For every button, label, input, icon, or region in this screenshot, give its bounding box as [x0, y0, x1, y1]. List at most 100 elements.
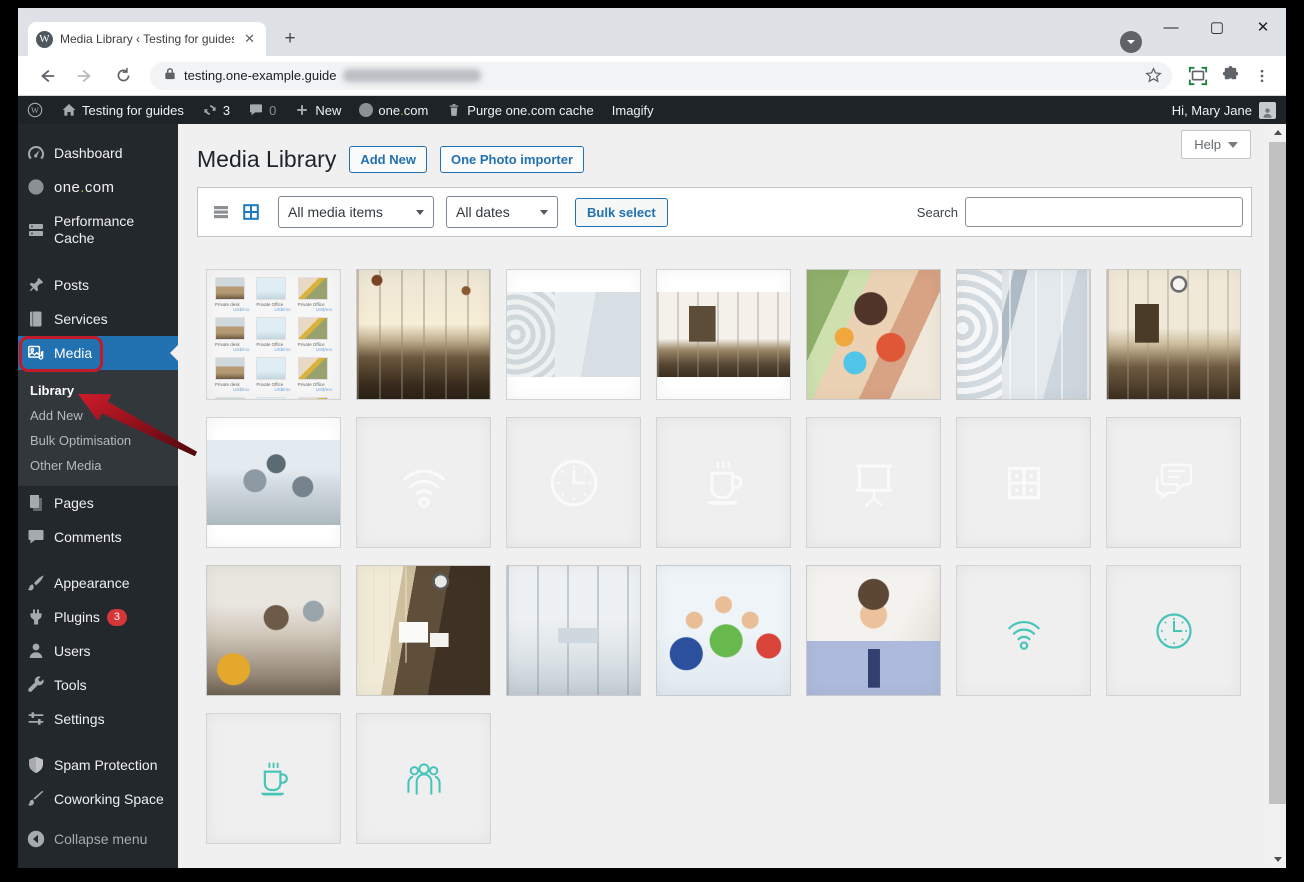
sidebar-item-pages[interactable]: Pages	[18, 486, 178, 520]
media-item-clock-icon-teal[interactable]	[1106, 565, 1241, 696]
mini-listing-card: Private OfficeUS$/mo	[256, 277, 290, 312]
user-avatar[interactable]	[1259, 102, 1276, 119]
media-item-coffee-icon-teal[interactable]	[206, 713, 341, 844]
chevron-down-icon	[416, 210, 424, 215]
site-screenshot-thumbnail[interactable]: Private deskUS$/mo Private OfficeUS$/moPr…	[206, 269, 341, 400]
glass-meeting-room-photo[interactable]	[506, 565, 641, 696]
bulk-select-button[interactable]: Bulk select	[575, 198, 668, 227]
sidebar-item-media[interactable]: Media	[18, 336, 178, 370]
address-bar: testing.one-example.guide	[18, 56, 1286, 96]
list-view-icon[interactable]	[206, 197, 236, 227]
admin-bar-site-name[interactable]: Testing for guides	[52, 96, 193, 124]
office-loft-photo[interactable]	[356, 269, 491, 400]
office-desk-frame-photo[interactable]	[656, 269, 791, 400]
sidebar-item-one-com[interactable]: one.com	[18, 170, 178, 204]
admin-bar-onecom[interactable]: one.com	[350, 96, 437, 124]
scroll-down-icon[interactable]	[1269, 851, 1286, 868]
media-type-filter-select[interactable]: All media items	[278, 196, 434, 228]
trash-icon	[446, 102, 462, 118]
sidebar-subitem-other-media[interactable]: Other Media	[18, 453, 178, 478]
forward-icon[interactable]	[72, 63, 98, 89]
sidebar-item-posts[interactable]: Posts	[18, 268, 178, 302]
office-clock-photo[interactable]	[1106, 269, 1241, 400]
sidebar-subitem-add-new[interactable]: Add New	[18, 403, 178, 428]
sidebar-subitem-library[interactable]: Library	[18, 378, 178, 403]
bookmark-star-icon[interactable]	[1145, 67, 1162, 84]
scroll-up-icon[interactable]	[1269, 124, 1286, 141]
sidebar-item-dashboard[interactable]: Dashboard	[18, 136, 178, 170]
grid-view-icon[interactable]	[236, 197, 266, 227]
team-meeting-photo[interactable]	[206, 417, 341, 548]
clock-icon	[1152, 609, 1196, 653]
sidebar-item-performance-cache[interactable]: Performance Cache	[18, 204, 178, 256]
sidebar-item-label: one.com	[54, 179, 114, 196]
new-tab-button[interactable]: +	[278, 28, 302, 52]
page-scrollbar[interactable]	[1269, 124, 1286, 868]
wp-logo-icon[interactable]: W	[18, 96, 52, 124]
updates-icon	[202, 102, 218, 118]
admin-bar-comments[interactable]: 0	[239, 96, 285, 124]
sidebar-item-spam-protection[interactable]: Spam Protection	[18, 748, 178, 782]
media-item-window-icon-faint[interactable]	[956, 417, 1091, 548]
window-icon	[995, 454, 1053, 512]
businessman-portrait-photo[interactable]	[806, 565, 941, 696]
mini-listing-card: Private deskUS$/mo	[215, 397, 249, 400]
desk-monitors-photo[interactable]	[356, 565, 491, 696]
one-photo-importer-button[interactable]: One Photo importer	[440, 146, 584, 173]
sidebar-item-coworking-space[interactable]: Coworking Space	[18, 782, 178, 816]
scrollbar-thumb[interactable]	[1269, 142, 1286, 804]
letterboxed-photo	[657, 292, 790, 377]
admin-bar-purge-cache[interactable]: Purge one.com cache	[437, 96, 602, 124]
plus-icon	[294, 102, 310, 118]
browser-tab[interactable]: W Media Library ‹ Testing for guides ✕	[28, 22, 266, 56]
search-input[interactable]	[965, 197, 1243, 227]
admin-bar-imagify[interactable]: Imagify	[603, 96, 663, 124]
close-button[interactable]: ✕	[1240, 8, 1286, 46]
admin-bar-new[interactable]: New	[285, 96, 350, 124]
sidebar-item-label: Tools	[54, 677, 87, 693]
sidebar-item-users[interactable]: Users	[18, 634, 178, 668]
minimize-button[interactable]: —	[1148, 8, 1194, 46]
add-new-button[interactable]: Add New	[349, 146, 427, 173]
reload-icon[interactable]	[110, 63, 136, 89]
browser-menu-kebab-icon[interactable]	[1248, 62, 1276, 90]
admin-bar-updates[interactable]: 3	[193, 96, 239, 124]
media-item-clock-icon-faint[interactable]	[506, 417, 641, 548]
sidebar-item-settings[interactable]: Settings	[18, 702, 178, 736]
sidebar-item-appearance[interactable]: Appearance	[18, 566, 178, 600]
appearance-icon	[26, 573, 46, 593]
people-with-drinks-photo[interactable]	[806, 269, 941, 400]
extensions-puzzle-icon[interactable]	[1216, 62, 1244, 90]
sidebar-subitem-bulk-optimisation[interactable]: Bulk Optimisation	[18, 428, 178, 453]
tab-search-icon[interactable]	[1120, 31, 1142, 53]
sidebar-menu: Dashboardone.comPerformance CachePostsSe…	[18, 136, 178, 856]
help-button[interactable]: Help	[1181, 130, 1251, 159]
sidebar-item-label: Performance Cache	[54, 213, 162, 247]
tab-close-icon[interactable]: ✕	[241, 31, 258, 47]
media-item-people-icon-teal[interactable]	[356, 713, 491, 844]
screenshot-extension-icon[interactable]	[1184, 62, 1212, 90]
url-bar[interactable]: testing.one-example.guide	[150, 62, 1172, 90]
media-item-wifi-icon-teal[interactable]	[956, 565, 1091, 696]
sidebar-item-tools[interactable]: Tools	[18, 668, 178, 702]
patterned-divider-photo[interactable]	[506, 269, 641, 400]
sidebar-item-label: Users	[54, 643, 91, 659]
maximize-button[interactable]: ▢	[1194, 8, 1240, 46]
sidebar-item-label: Pages	[54, 495, 94, 511]
glass-partition-photo[interactable]	[956, 269, 1091, 400]
sidebar-item-collapse-menu[interactable]: Collapse menu	[18, 822, 178, 856]
sidebar-item-comments[interactable]: Comments	[18, 520, 178, 554]
team-smiling-photo[interactable]	[656, 565, 791, 696]
mini-listing-card: Private OfficeUS$/mo	[298, 277, 332, 312]
sidebar-item-services[interactable]: Services	[18, 302, 178, 336]
media-item-screen-icon-faint[interactable]	[806, 417, 941, 548]
admin-bar-greeting[interactable]: Hi, Mary Jane	[1172, 103, 1252, 118]
media-item-wifi-icon-faint[interactable]	[356, 417, 491, 548]
sidebar-item-plugins[interactable]: Plugins3	[18, 600, 178, 634]
media-item-coffee-icon-faint[interactable]	[656, 417, 791, 548]
coworking-people-photo[interactable]	[206, 565, 341, 696]
back-icon[interactable]	[34, 63, 60, 89]
date-filter-select[interactable]: All dates	[446, 196, 558, 228]
media-item-chat-icon-faint[interactable]	[1106, 417, 1241, 548]
sidebar-item-label: Collapse menu	[54, 831, 147, 847]
